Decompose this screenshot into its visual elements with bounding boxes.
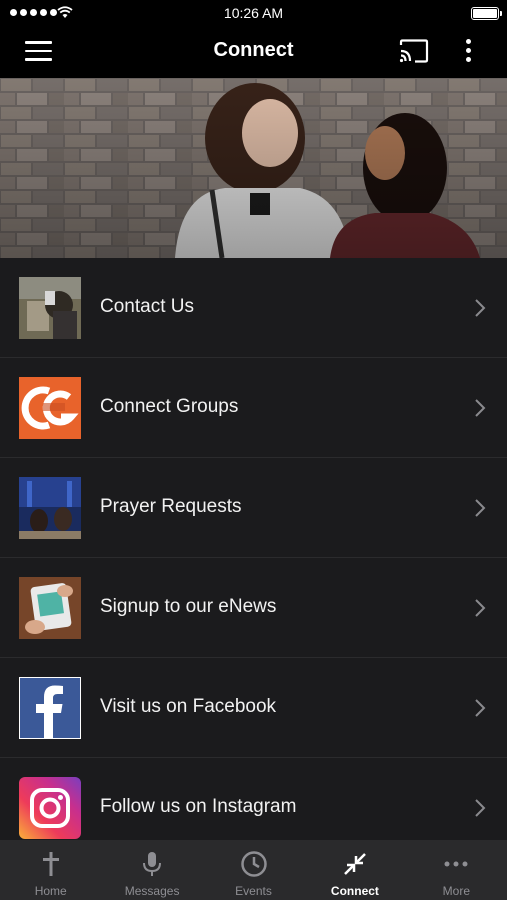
tab-label: Messages	[124, 884, 180, 898]
status-bar: 10:26 AM	[0, 0, 507, 26]
battery-icon	[471, 7, 502, 20]
tab-connect[interactable]: Connect	[304, 840, 405, 900]
list-item-label: Visit us on Facebook	[100, 696, 277, 717]
tab-home[interactable]: Home	[0, 840, 101, 900]
connect-menu-list: Contact Us Connect Groups Prayer Request…	[0, 258, 507, 840]
list-item-prayer-requests[interactable]: Prayer Requests	[0, 458, 507, 558]
cross-icon	[42, 852, 59, 876]
collapse-arrows-icon	[344, 853, 366, 875]
tab-bar: Home Messages Events Connect More	[0, 840, 507, 900]
navigation-bar: Connect	[0, 26, 507, 78]
ellipsis-icon	[444, 861, 468, 867]
list-item-enews[interactable]: Signup to our eNews	[0, 558, 507, 658]
list-item-label: Follow us on Instagram	[100, 796, 297, 817]
chevron-right-icon	[475, 599, 486, 617]
tab-label: Events	[235, 884, 272, 898]
list-item-contact-us[interactable]: Contact Us	[0, 258, 507, 358]
tab-label: More	[442, 884, 470, 898]
tab-messages[interactable]: Messages	[101, 840, 202, 900]
list-item-facebook[interactable]: Visit us on Facebook	[0, 658, 507, 758]
contact-thumbnail	[19, 277, 81, 339]
tab-events[interactable]: Events	[203, 840, 304, 900]
prayer-thumbnail	[19, 477, 81, 539]
overflow-menu-icon[interactable]	[462, 39, 474, 65]
list-item-label: Prayer Requests	[100, 496, 242, 517]
cast-icon[interactable]	[399, 39, 429, 63]
clock-icon	[240, 851, 267, 877]
chevron-right-icon	[475, 699, 486, 717]
hero-image	[0, 78, 507, 258]
chevron-right-icon	[475, 299, 486, 317]
facebook-logo	[19, 677, 81, 739]
chevron-right-icon	[475, 499, 486, 517]
chevron-right-icon	[475, 399, 486, 417]
list-item-label: Contact Us	[100, 296, 194, 317]
tab-label: Connect	[330, 884, 379, 898]
instagram-logo	[19, 777, 81, 839]
enews-thumbnail	[19, 577, 81, 639]
tab-label: Home	[34, 884, 67, 898]
list-item-connect-groups[interactable]: Connect Groups	[0, 358, 507, 458]
chevron-right-icon	[475, 799, 486, 817]
tab-more[interactable]: More	[406, 840, 507, 900]
list-item-label: Signup to our eNews	[100, 596, 277, 617]
status-time: 10:26 AM	[223, 5, 284, 21]
list-item-label: Connect Groups	[100, 396, 239, 417]
list-item-instagram[interactable]: Follow us on Instagram	[0, 758, 507, 840]
microphone-icon	[143, 852, 162, 876]
page-title: Connect	[213, 39, 294, 61]
connect-groups-logo	[19, 377, 81, 439]
